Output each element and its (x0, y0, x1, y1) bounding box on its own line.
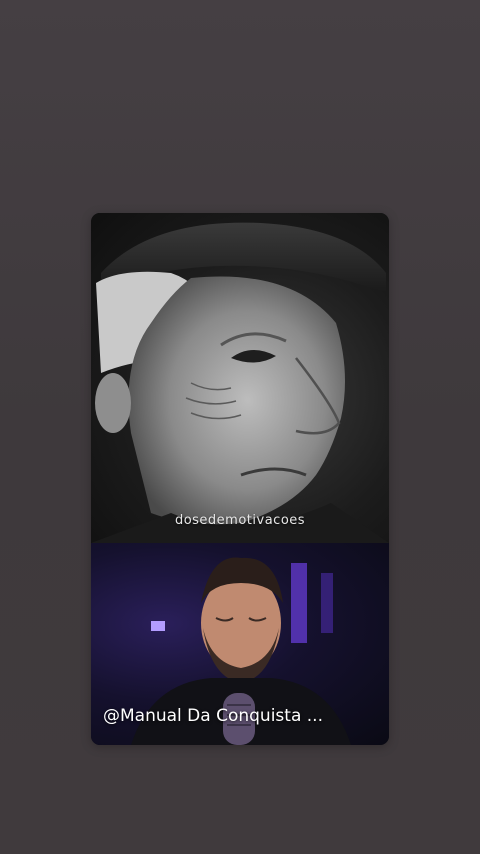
elderly-man-portrait (91, 222, 389, 543)
channel-caption: @Manual Da Conquista ... (103, 706, 323, 726)
portrait-clip: dosedemotivacoes (91, 213, 389, 543)
screen: dosedemotivacoes @Manual Da Conquista ..… (0, 0, 480, 854)
video-card[interactable]: dosedemotivacoes @Manual Da Conquista ..… (91, 213, 389, 745)
watermark-text: dosedemotivacoes (174, 513, 306, 528)
speaker-clip: @Manual Da Conquista ... (91, 543, 389, 745)
